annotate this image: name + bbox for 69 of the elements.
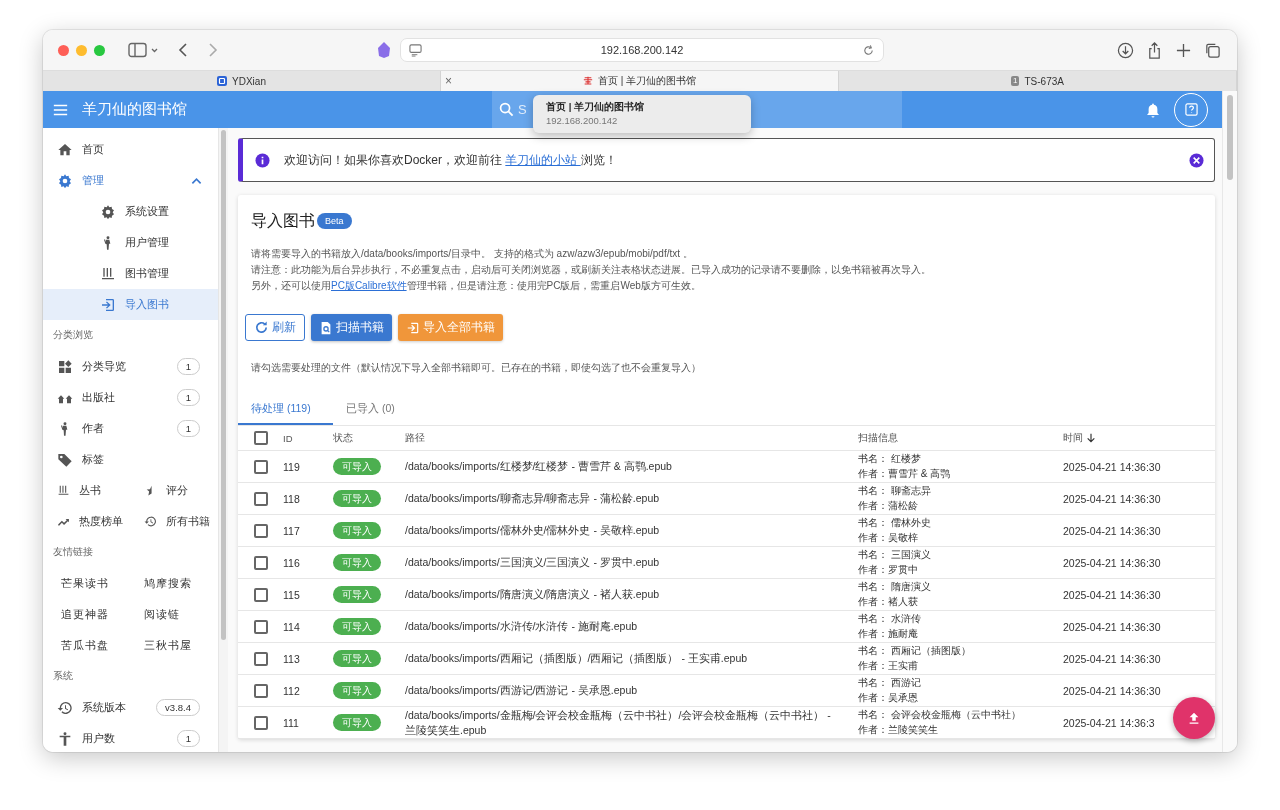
book-title-line: 书名： 三国演义 <box>858 548 932 562</box>
path-cell-text: /data/books/imports/隋唐演义/隋唐演义 - 褚人获.epub <box>405 587 661 602</box>
tooltip-url: 192.168.200.142 <box>546 115 619 126</box>
book-title-line: 书名： 西厢记（插图版） <box>858 644 972 658</box>
author-line: 作者：施耐庵 <box>858 626 919 641</box>
author-line: 作者：吴承恩 <box>858 690 919 705</box>
section-heading: 分类浏览 <box>52 328 94 342</box>
id-cell: 117 <box>283 524 300 537</box>
status-chip: 可导入 <box>333 521 381 539</box>
card-title: 导入图书 <box>251 210 315 231</box>
book-title-line: 书名： 隋唐演义 <box>858 580 932 594</box>
status-chip: 可导入 <box>333 585 381 603</box>
id-cell: 111 <box>283 716 299 729</box>
time-cell: 2025-04-21 14:36:30 <box>1063 524 1161 537</box>
path-cell-text: /data/books/imports/水浒传/水浒传 - 施耐庵.epub <box>405 619 639 634</box>
tooltip-title: 首页 | 羊刀仙的图书馆 <box>546 101 645 114</box>
book-title-line: 书名： 会评会校金瓶梅（云中书社） <box>858 708 1021 722</box>
author-line: 作者：兰陵笑笑生 <box>858 722 939 737</box>
path-cell-text: /data/books/imports/聊斋志异/聊斋志异 - 蒲松龄.epub <box>405 491 661 506</box>
status-chip: 可导入 <box>333 649 381 667</box>
section-heading: 系统 <box>52 669 74 683</box>
book-title-line: 书名： 西游记 <box>858 676 922 690</box>
status-chip: 可导入 <box>333 617 381 635</box>
author-line: 作者：罗贯中 <box>858 562 919 577</box>
status-chip: 可导入 <box>333 489 381 507</box>
book-title-line: 书名： 水浒传 <box>858 612 922 626</box>
time-cell: 2025-04-21 14:36:30 <box>1063 652 1161 665</box>
id-cell: 114 <box>283 620 300 633</box>
status-chip: 可导入 <box>333 681 381 699</box>
author-line: 作者：王实甫 <box>858 658 919 673</box>
path-cell-text: /data/books/imports/红楼梦/红楼梦 - 曹雪芹 & 高鹗.epub <box>405 459 673 474</box>
section-heading: 友情链接 <box>52 545 94 559</box>
status-chip: 可导入 <box>333 553 381 571</box>
time-cell: 2025-04-21 14:36:30 <box>1063 588 1161 601</box>
id-cell: 118 <box>283 492 300 505</box>
hint-text: 请勾选需要处理的文件（默认情况下导入全部书籍即可。已存在的书籍，即使勾选了也不会重复导入） <box>251 361 702 375</box>
time-cell: 2025-04-21 14:36:30 <box>1063 684 1161 697</box>
time-cell: 2025-04-21 14:36:30 <box>1063 492 1161 505</box>
author-line: 作者：吴敬梓 <box>858 530 919 545</box>
path-cell-text: /data/books/imports/金瓶梅/会评会校金瓶梅（云中书社）/会评会校金瓶梅（云中书社） - 兰陵笑笑生.epub <box>405 707 832 738</box>
status-chip: 可导入 <box>333 713 381 731</box>
path-cell-text: /data/books/imports/西游记/西游记 - 吴承恩.epub <box>405 683 639 698</box>
tab-badge: 1 <box>1011 76 1020 86</box>
instruction-text: 另外，还可以使用PC版Calibre软件管理书籍，但是请注意：使用完PC版后，需重启Web版方可生效。 <box>251 279 702 293</box>
instruction-text: 请注意：此功能为后台异步执行，不必重复点击，启动后可关闭浏览器，或刷新关注表格状态进展。已导入成功的记录请不要删除，以免书籍被再次导入。 <box>251 263 932 277</box>
status-chip: 可导入 <box>333 457 381 475</box>
path-cell-text: /data/books/imports/西厢记（插图版）/西厢记（插图版） - 王实甫.epub <box>405 651 749 666</box>
id-cell: 115 <box>283 588 300 601</box>
author-line: 作者：曹雪芹 & 高鹗 <box>858 466 952 481</box>
beta-badge: Beta <box>317 213 352 229</box>
id-cell: 112 <box>283 684 300 697</box>
time-cell: 2025-04-21 14:36:30 <box>1063 556 1161 569</box>
book-title-line: 书名： 聊斋志异 <box>858 484 932 498</box>
id-cell: 113 <box>283 652 300 665</box>
id-cell: 116 <box>283 556 300 569</box>
path-cell-text: /data/books/imports/儒林外史/儒林外史 - 吴敬梓.epub <box>405 523 661 538</box>
time-cell: 2025-04-21 14:36:30 <box>1063 620 1161 633</box>
book-title-line: 书名： 儒林外史 <box>858 516 932 530</box>
address-text: 192.168.200.142 <box>599 44 685 56</box>
path-cell-text: /data/books/imports/三国演义/三国演义 - 罗贯中.epub <box>405 555 661 570</box>
time-cell: 2025-04-21 14:36:3 <box>1063 716 1155 729</box>
id-cell: 119 <box>283 460 300 473</box>
app-title: 羊刀仙的图书馆 <box>82 100 188 119</box>
time-cell: 2025-04-21 14:36:30 <box>1063 460 1161 473</box>
instruction-text: 请将需要导入的书籍放入/data/books/imports/目录中。 支持的格式为 azw/azw3/epub/mobi/pdf/txt 。 <box>251 247 694 261</box>
notice-text: 欢迎访问！如果你喜欢Docker，欢迎前往 羊刀仙的小站 浏览！ <box>284 151 618 169</box>
book-title-line: 书名： 红楼梦 <box>858 452 922 466</box>
author-line: 作者：蒲松龄 <box>858 498 919 513</box>
author-line: 作者：褚人获 <box>858 594 919 609</box>
